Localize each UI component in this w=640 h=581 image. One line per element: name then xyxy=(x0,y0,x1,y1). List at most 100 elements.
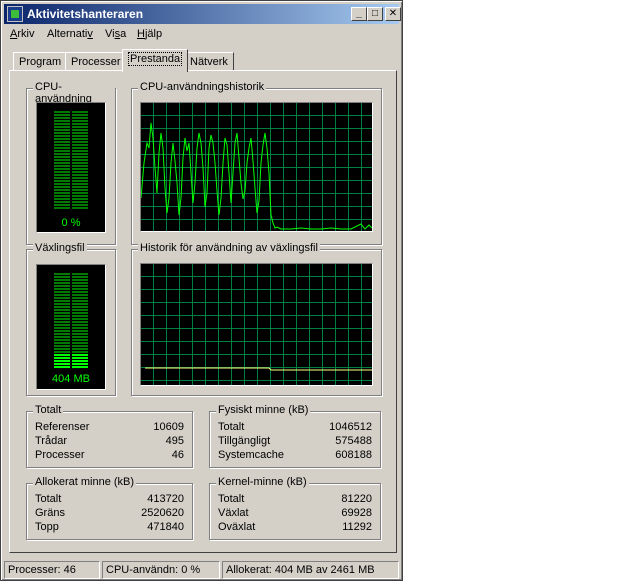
cpuBars-segment xyxy=(54,174,70,176)
cpuBars-segment xyxy=(72,177,88,179)
pfBars-segment xyxy=(54,357,70,359)
cpuBars-segment xyxy=(54,189,70,191)
cpuBars-segment xyxy=(72,189,88,191)
commit-peak-value: 471840 xyxy=(147,521,184,533)
title-bar[interactable]: Aktivitetshanteraren _ □ ✕ xyxy=(4,4,401,24)
menu-hjalp[interactable]: Hjälp xyxy=(137,28,162,40)
cpuBars-segment xyxy=(72,174,88,176)
pfBars-segment xyxy=(72,291,88,293)
pfBars-segment xyxy=(72,360,88,362)
cpuBars-segment xyxy=(54,111,70,113)
status-bar: Processer: 46 CPU-användn: 0 % Allokerat… xyxy=(4,561,399,579)
pfBars-segment xyxy=(54,327,70,329)
cpuBars-segment xyxy=(54,159,70,161)
references-value: 10609 xyxy=(153,421,184,433)
pfBars-segment xyxy=(54,309,70,311)
pfBars-segment xyxy=(72,312,88,314)
cpuBars-segment xyxy=(54,126,70,128)
pfBars-segment xyxy=(72,366,88,368)
cpuBars-segment xyxy=(72,195,88,197)
pfBars-segment xyxy=(72,276,88,278)
pfBars-segment xyxy=(72,363,88,365)
physical-memory-group: Fysiskt minne (kB) Totalt 1046512 Tillgä… xyxy=(209,404,381,468)
physical-row-total: Totalt xyxy=(218,421,244,435)
cpuBars-segment xyxy=(54,156,70,158)
cpuBars-segment xyxy=(72,138,88,140)
minimize-button[interactable]: _ xyxy=(351,7,367,21)
totals-group: Totalt Referenser 10609 Trådar 495 Proce… xyxy=(26,404,193,468)
cpuBars-segment xyxy=(54,207,70,209)
pfBars-segment xyxy=(54,288,70,290)
pfBars-segment xyxy=(72,348,88,350)
cpuBars-segment xyxy=(72,207,88,209)
pfBars-segment xyxy=(72,339,88,341)
cpuBars-segment xyxy=(72,114,88,116)
threads-value: 495 xyxy=(165,435,184,447)
pfBars-segment xyxy=(54,351,70,353)
cpuBars-segment xyxy=(72,192,88,194)
cpuBars-segment xyxy=(72,159,88,161)
kernel-total-label: Totalt xyxy=(218,493,245,505)
tab-natverk[interactable]: Nätverk xyxy=(184,52,234,71)
cpuBars-segment xyxy=(54,186,70,188)
cpuBars-segment xyxy=(54,129,70,131)
pfBars-segment xyxy=(54,345,70,347)
cpuBars-segment xyxy=(72,132,88,134)
pagefile-history-group: Historik för användning av växlingsfil xyxy=(131,242,382,396)
physical-cache-label: Systemcache xyxy=(218,449,285,461)
cpuBars-segment xyxy=(72,150,88,152)
cpuBars-segment xyxy=(54,192,70,194)
tab-program[interactable]: Program xyxy=(13,52,68,71)
cpuBars-segment xyxy=(54,135,70,137)
pfBars-segment xyxy=(54,318,70,320)
pfBars-segment xyxy=(54,321,70,323)
commit-row-peak: Topp xyxy=(35,521,59,535)
physical-total-label: Totalt xyxy=(218,421,245,433)
pfBars-segment xyxy=(72,324,88,326)
pfBars-segment xyxy=(72,321,88,323)
pfBars-segment xyxy=(72,354,88,356)
cpuBars-segment xyxy=(54,180,70,182)
menu-visa[interactable]: Visa xyxy=(105,28,126,40)
kernel-paged-value: 69928 xyxy=(341,507,372,519)
cpuBars-segment xyxy=(54,144,70,146)
kernel-row-paged: Växlat xyxy=(218,507,249,521)
pagefile-grid xyxy=(141,264,372,385)
tab-processer[interactable]: Processer xyxy=(65,52,127,71)
pfBars-segment xyxy=(72,282,88,284)
cpuBars-segment xyxy=(54,120,70,122)
menu-arkiv[interactable]: Arkiv xyxy=(10,28,34,40)
kernel-total-value: 81220 xyxy=(341,493,372,505)
cpuBars-segment xyxy=(72,180,88,182)
pagefile-label: Växlingsfil xyxy=(33,242,87,254)
pfBars-segment xyxy=(54,273,70,275)
kernel-nonpaged-value: 11292 xyxy=(342,521,372,533)
cpu-usage-value: 0 % xyxy=(61,217,81,229)
pfBars-segment xyxy=(54,291,70,293)
cpuBars-segment xyxy=(54,201,70,203)
task-manager-icon xyxy=(7,6,23,22)
cpu-meter-bars xyxy=(54,111,88,209)
pfBars-segment xyxy=(54,342,70,344)
pagefile-history-chart xyxy=(141,264,372,385)
kernel-memory-label: Kernel-minne (kB) xyxy=(216,476,309,488)
physical-total-value: 1046512 xyxy=(329,421,372,433)
pfBars-segment xyxy=(72,330,88,332)
processes-value: 46 xyxy=(171,449,184,461)
tab-prestanda[interactable]: Prestanda xyxy=(122,49,189,72)
cpuBars-segment xyxy=(54,195,70,197)
cpuBars-segment xyxy=(54,123,70,125)
pfBars-segment xyxy=(54,303,70,305)
cpuBars-segment xyxy=(54,162,70,164)
maximize-button[interactable]: □ xyxy=(367,7,383,21)
cpuBars-segment xyxy=(72,162,88,164)
menu-alternativ[interactable]: Alternativ xyxy=(47,28,93,40)
commit-row-total: Totalt xyxy=(35,493,61,507)
cpu-usage-group: CPU-användning 0 % xyxy=(26,81,116,245)
physical-available-value: 575488 xyxy=(335,435,372,447)
pfBars-segment xyxy=(54,336,70,338)
cpuBars-segment xyxy=(54,141,70,143)
cpuBars-segment xyxy=(72,123,88,125)
close-button[interactable]: ✕ xyxy=(385,7,401,21)
pfBars-segment xyxy=(54,294,70,296)
